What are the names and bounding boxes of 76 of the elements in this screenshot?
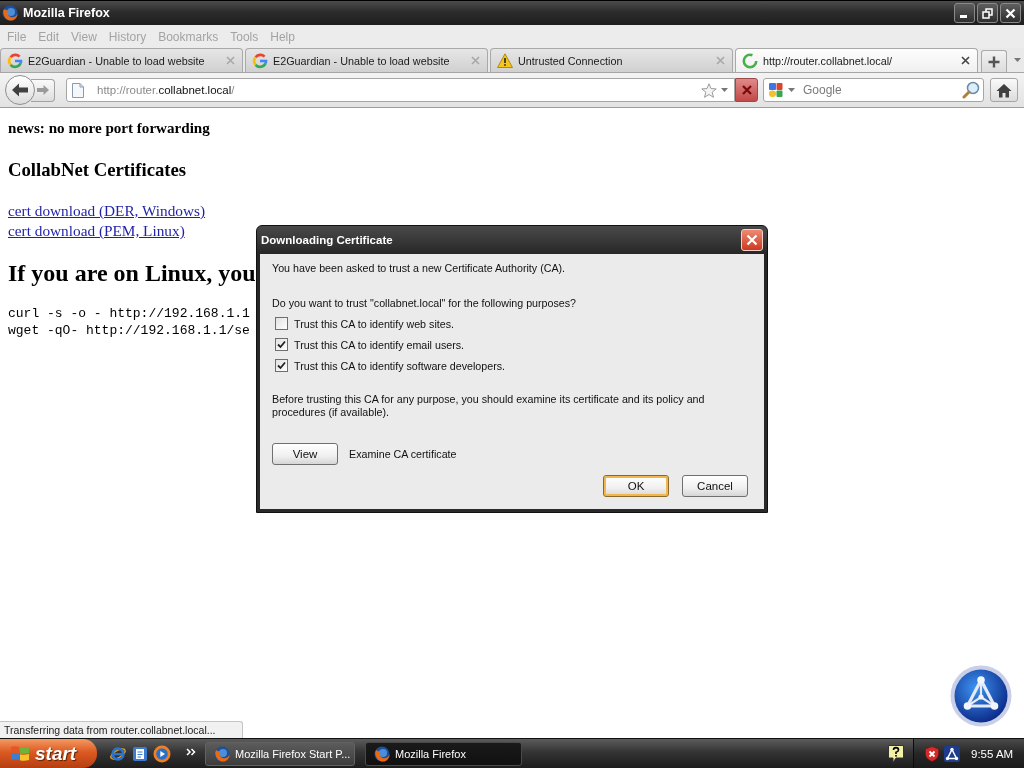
firefox-icon [214,745,230,762]
caret-icon[interactable] [721,88,728,92]
firefox-icon [374,745,390,762]
tab[interactable]: Untrusted Connection [490,48,733,72]
g-logo-icon [252,52,268,69]
section-heading: CollabNet Certificates [8,158,187,182]
restore-icon [982,7,993,19]
spinner-icon [742,52,758,69]
triangle-logo-icon[interactable] [950,665,1012,727]
search-icon[interactable] [962,81,980,99]
firefox-icon [2,5,18,21]
taskbar-button[interactable]: Mozilla Firefox Start P... [205,741,355,766]
command-line: wget -qO- http://192.168.1.1/se [8,322,250,339]
checkmark-icon [277,340,286,349]
checkbox[interactable] [275,338,288,351]
close-icon [1005,7,1016,19]
shield-icon[interactable] [925,745,939,762]
view-description: Examine CA certificate [349,448,457,460]
url-field[interactable]: http://router.collabnet.local/ [66,78,735,102]
caret-icon[interactable] [788,88,795,92]
checkbox-label: Trust this CA to identify web sites. [294,317,454,330]
caret-icon[interactable] [1014,58,1021,62]
clock-text: 9:55 AM [971,747,1014,760]
restore-button[interactable] [977,3,998,23]
dialog-text: You have been asked to trust a new Certificate Authority (CA). [272,261,567,275]
download-link[interactable]: cert download (DER, Windows) [8,202,206,219]
view-button[interactable]: View [272,443,338,465]
minimize-icon [960,15,967,18]
page-icon [72,82,84,98]
close-icon [746,234,758,246]
checkbox-label: Trust this CA to identify email users. [294,338,465,351]
dialog-button[interactable]: OK [603,475,669,497]
tab[interactable]: E2Guardian - Unable to load website [245,48,488,72]
new-tab-button[interactable] [981,50,1007,72]
home-button[interactable] [990,78,1018,102]
news-text: news: no more port forwarding [8,119,210,138]
status-bar: Transferring data from router.collabnet.local... [0,721,243,738]
x-icon [741,85,752,95]
close-icon[interactable] [961,56,970,65]
colored-blocks-icon[interactable] [768,82,784,98]
e-logo-icon[interactable] [109,744,127,763]
taskbar-button[interactable]: Mozilla Firefox [365,741,522,766]
tab[interactable]: E2Guardian - Unable to load website [0,48,243,72]
play-circle-icon[interactable] [153,744,171,763]
windows-flag-icon [9,744,31,763]
section-heading: If you are on Linux, you [8,259,256,288]
dialog-title: Downloading Certificate [261,234,394,246]
tab[interactable]: http://router.collabnet.local/ [735,48,978,72]
help-icon[interactable] [888,744,904,763]
dialog-text: Do you want to trust "collabnet.local" for the following purposes? [272,296,578,310]
arrow-left-icon [11,82,29,98]
warning-icon [497,53,513,68]
search-input[interactable]: Google [803,82,958,98]
download-link[interactable]: cert download (PEM, Linux) [8,222,185,239]
minimize-button[interactable] [954,3,975,23]
command-line: curl -s -o - http://192.168.1.1 [8,305,250,322]
checkmark-icon [277,361,286,370]
house-icon [996,82,1012,98]
window-title: Mozilla Firefox [23,6,111,20]
dialog-button[interactable]: Cancel [682,475,748,497]
back-button[interactable] [5,75,35,105]
start-button[interactable]: start [0,739,97,768]
checkbox[interactable] [275,359,288,372]
plus-icon [988,55,1000,68]
star-icon[interactable] [701,82,717,98]
arrow-right-icon [36,84,50,96]
checkbox-label: Trust this CA to identify software developers. [294,359,506,372]
search-box[interactable]: Google [763,78,984,102]
chevron-icon[interactable] [186,747,196,756]
triangle-logo-icon[interactable] [944,745,960,762]
document-icon[interactable] [132,745,148,762]
checkbox[interactable] [275,317,288,330]
g-logo-icon [7,52,23,69]
close-button[interactable] [1000,3,1021,23]
stop-button[interactable] [735,78,758,102]
dialog-text: Before trusting this CA for any purpose, you should examine its certificate and its policy and procedures (if available). [272,393,706,419]
